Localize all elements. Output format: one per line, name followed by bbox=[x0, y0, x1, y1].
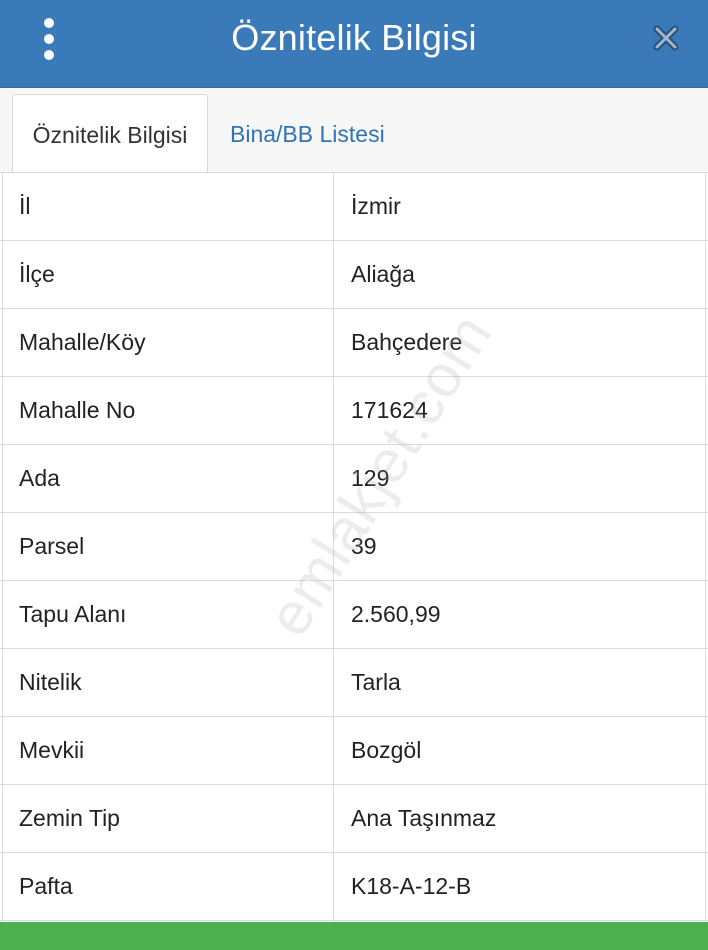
table-row: Mahalle/Köy Bahçedere bbox=[0, 309, 708, 377]
table-row: İl İzmir bbox=[0, 173, 708, 241]
row-value: İzmir bbox=[351, 193, 401, 219]
row-value: K18-A-12-B bbox=[351, 873, 472, 899]
row-label: Zemin Tip bbox=[19, 805, 120, 831]
attribute-info-screen: Öznitelik Bilgisi Öznitelik Bilgisi Bina… bbox=[0, 0, 708, 950]
row-label: Mahalle/Köy bbox=[19, 329, 146, 355]
row-label: Mahalle No bbox=[19, 397, 136, 423]
table-row: Parsel 39 bbox=[0, 513, 708, 581]
table-right-border bbox=[705, 172, 706, 922]
row-value: 2.560,99 bbox=[351, 601, 441, 627]
row-label: İlçe bbox=[19, 261, 55, 287]
row-value: Aliağa bbox=[351, 261, 415, 287]
column-divider bbox=[333, 172, 334, 922]
row-value: Bahçedere bbox=[351, 329, 463, 355]
close-icon[interactable] bbox=[648, 20, 684, 56]
row-label: İl bbox=[19, 193, 31, 219]
tab-attribute-info[interactable]: Öznitelik Bilgisi bbox=[12, 94, 208, 175]
row-label: Ada bbox=[19, 465, 60, 491]
row-label: Parsel bbox=[19, 533, 85, 559]
close-icon-graphic bbox=[653, 25, 679, 51]
table-row: İlçe Aliağa bbox=[0, 241, 708, 309]
row-value: 39 bbox=[351, 533, 377, 559]
bottom-action-bar[interactable] bbox=[0, 922, 708, 950]
header-bar: Öznitelik Bilgisi bbox=[0, 0, 708, 88]
row-label: Pafta bbox=[19, 873, 73, 899]
table-row: Mahalle No 171624 bbox=[0, 377, 708, 445]
table-row: Zemin Tip Ana Taşınmaz bbox=[0, 785, 708, 853]
table-row: Mevkii Bozgöl bbox=[0, 717, 708, 785]
row-value: Ana Taşınmaz bbox=[351, 805, 497, 831]
table-left-border bbox=[2, 172, 3, 922]
row-label: Mevkii bbox=[19, 737, 85, 763]
row-value: Tarla bbox=[351, 669, 401, 695]
attribute-table: İl İzmir İlçe Aliağa Mahalle/Köy Bahçede… bbox=[0, 172, 708, 922]
row-label: Nitelik bbox=[19, 669, 82, 695]
row-value: Bozgöl bbox=[351, 737, 422, 763]
page-title: Öznitelik Bilgisi bbox=[231, 17, 477, 58]
row-value: 171624 bbox=[351, 397, 428, 423]
row-label: Tapu Alanı bbox=[19, 601, 127, 627]
row-value: 129 bbox=[351, 465, 390, 491]
table-row: Nitelik Tarla bbox=[0, 649, 708, 717]
table-row: Ada 129 bbox=[0, 445, 708, 513]
table-row: Tapu Alanı 2.560,99 bbox=[0, 581, 708, 649]
tab-bar: Öznitelik Bilgisi Bina/BB Listesi bbox=[0, 88, 708, 175]
table-row: Pafta K18-A-12-B bbox=[0, 853, 708, 921]
tab-building-list[interactable]: Bina/BB Listesi bbox=[214, 94, 401, 174]
